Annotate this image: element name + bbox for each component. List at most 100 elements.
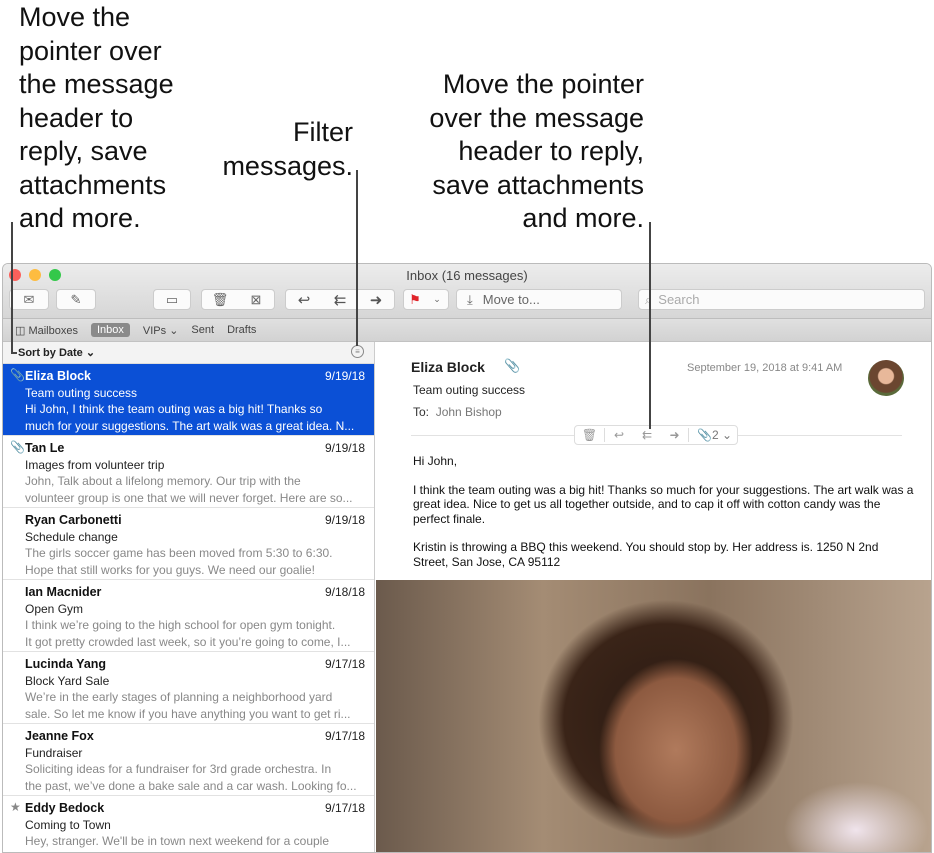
subject: Fundraiser	[25, 745, 83, 760]
date: 9/17/18	[324, 801, 365, 815]
subject: Coming to Town	[25, 817, 111, 832]
date: 9/18/18	[324, 585, 365, 599]
save-attachments-button[interactable]: 📎2 ⌄	[689, 428, 732, 442]
date: 9/17/18	[324, 657, 365, 671]
sender: Eliza Block	[25, 369, 91, 383]
archive-icon: ▭	[165, 291, 179, 307]
reply-group: ↩ ⇇ ➜	[285, 289, 395, 310]
attachment-icon: 📎	[10, 440, 25, 454]
message-body: Hi John, I think the team outing was a b…	[413, 454, 917, 569]
sort-label: Sort by Date	[18, 347, 83, 359]
tab-inbox[interactable]: Inbox	[90, 323, 130, 337]
junk-icon[interactable]: ⊠	[238, 292, 274, 308]
compose-icon: ✎	[70, 291, 82, 307]
body-paragraph: Kristin is throwing a BBQ this weekend. …	[413, 540, 879, 569]
archive-button[interactable]: ▭	[153, 289, 191, 310]
sender: Tan Le	[25, 441, 65, 455]
sender: Lucinda Yang	[25, 657, 107, 671]
callout-line-filter	[356, 170, 358, 346]
subject: Images from volunteer trip	[25, 457, 165, 472]
to-name: John Bishop	[435, 405, 502, 419]
flag-button[interactable]: ⚑ ⌄	[403, 289, 449, 310]
tab-drafts[interactable]: Drafts	[227, 324, 256, 336]
tab-vips[interactable]: VIPs ⌄	[143, 324, 179, 337]
favorites-bar: ◫ Mailboxes Inbox VIPs ⌄ Sent Drafts	[3, 319, 931, 342]
compose-button[interactable]: ✎	[56, 289, 96, 310]
date: 9/19/18	[324, 441, 365, 455]
subject: Block Yard Sale	[25, 673, 110, 688]
callout-line-left	[11, 352, 17, 354]
window-title: Inbox (16 messages)	[406, 268, 528, 283]
get-mail-button[interactable]: ✉	[9, 289, 49, 310]
preview: John, Talk about a lifelong memory. Our …	[25, 474, 301, 488]
filter-icon[interactable]: ≡	[351, 345, 364, 358]
callout-filter: Filter messages.	[222, 117, 353, 181]
trash-icon[interactable]: 🗑	[202, 292, 238, 308]
attachment-icon: 📎	[504, 358, 521, 373]
preview: The girls soccer game has been moved fro…	[25, 546, 333, 560]
subject: Schedule change	[25, 529, 118, 544]
preview: much for your suggestions. The art walk …	[25, 418, 355, 433]
envelope-icon: ✉	[23, 291, 35, 307]
sort-bar: Sort by Date ⌄ ≡	[3, 342, 374, 364]
sort-menu[interactable]: Sort by Date ⌄	[18, 347, 95, 359]
attachment-count: 2	[711, 428, 719, 442]
move-icon: ⤓	[467, 291, 473, 307]
message-viewer: Eliza Block 📎 September 19, 2018 at 9:41…	[376, 342, 931, 852]
reply-all-icon[interactable]: ⇇	[633, 428, 661, 442]
search-input[interactable]: ⌕Search	[638, 289, 925, 310]
sender: Eddy Bedock	[25, 801, 105, 815]
message-subject: Team outing success	[413, 383, 526, 397]
trash-icon[interactable]: 🗑	[575, 428, 605, 442]
attached-photo[interactable]	[376, 580, 931, 852]
list-item[interactable]: Jeanne Fox 9/17/18 Fundraiser Soliciting…	[3, 724, 374, 796]
reply-icon[interactable]: ↩	[286, 291, 322, 309]
sender: Jeanne Fox	[25, 729, 94, 743]
list-item[interactable]: Ian Macnider 9/18/18 Open Gym I think we…	[3, 580, 374, 652]
recipient: To: John Bishop	[413, 405, 502, 419]
list-item[interactable]: Lucinda Yang 9/17/18 Block Yard Sale We’…	[3, 652, 374, 724]
toolbar: Inbox (16 messages) ✉ ✎ ▭ 🗑 ⊠ ↩ ⇇ ➜ ⚑ ⌄ ⤓ Mov…	[3, 264, 931, 319]
subject: Team outing success	[25, 385, 138, 400]
preview: Hi John, I think the team outing was a b…	[25, 402, 323, 416]
preview: Hope that still works for you guys. We n…	[25, 562, 315, 577]
list-item[interactable]: 📎 Tan Le 9/19/18 Images from volunteer tr…	[3, 436, 374, 508]
preview: sale. So let me know if you have anythin…	[25, 706, 351, 721]
reply-icon[interactable]: ↩	[605, 428, 633, 442]
list-item[interactable]: ★ Eddy Bedock 9/17/18 Coming to Town Hey,…	[3, 796, 374, 852]
message-list: Sort by Date ⌄ ≡ 📎 Eliza Block 9/19/18 Te…	[3, 342, 375, 852]
sender-name: Eliza Block	[411, 359, 485, 375]
callout-right: Move the pointer over the message header…	[429, 69, 644, 233]
date: 9/19/18	[324, 513, 365, 527]
preview: volunteer group is one that we will neve…	[25, 490, 353, 505]
avatar	[868, 360, 904, 396]
sender: Ian Macnider	[25, 585, 102, 599]
list-item[interactable]: 📎 Eliza Block 9/19/18 Team outing success…	[3, 364, 374, 436]
preview: We’re in the early stages of planning a …	[25, 690, 333, 704]
delete-junk-group: 🗑 ⊠	[201, 289, 275, 310]
preview: Soliciting ideas for a fundraiser for 3r…	[25, 762, 332, 776]
move-to-button[interactable]: ⤓ Move to...	[456, 289, 622, 310]
callout-line-left	[11, 222, 13, 353]
sidebar-icon: ◫	[15, 324, 29, 337]
tab-sent[interactable]: Sent	[191, 324, 214, 336]
star-icon: ★	[10, 800, 21, 814]
hover-actions: 🗑 ↩ ⇇ ➜ 📎2 ⌄	[574, 425, 738, 445]
mail-window: Inbox (16 messages) ✉ ✎ ▭ 🗑 ⊠ ↩ ⇇ ➜ ⚑ ⌄ ⤓ Mov…	[2, 263, 932, 853]
reply-all-icon[interactable]: ⇇	[322, 291, 358, 309]
chevron-down-icon: ⌄	[433, 294, 441, 304]
forward-icon[interactable]: ➜	[661, 428, 689, 442]
list-item[interactable]: Ryan Carbonetti 9/19/18 Schedule change …	[3, 508, 374, 580]
body-greeting: Hi John,	[413, 454, 458, 468]
search-placeholder: Search	[658, 292, 700, 307]
tab-mailboxes[interactable]: ◫ Mailboxes	[15, 324, 78, 337]
date: 9/17/18	[324, 729, 365, 743]
tab-vips-label: VIPs	[142, 324, 167, 337]
body-paragraph: I think the team outing was a big hit! T…	[413, 482, 914, 526]
callout-left: Move the pointer over the message header…	[19, 2, 174, 233]
forward-icon[interactable]: ➜	[358, 291, 394, 309]
sender: Ryan Carbonetti	[25, 513, 122, 527]
callout-line-right	[649, 222, 651, 429]
attachment-icon: 📎	[10, 368, 25, 382]
tab-mailboxes-label: Mailboxes	[28, 324, 78, 337]
